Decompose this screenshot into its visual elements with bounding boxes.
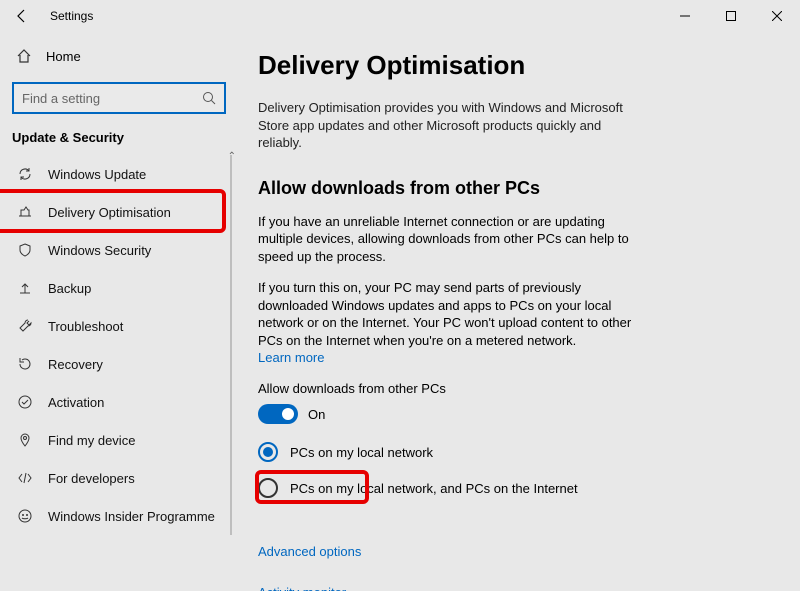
radio-label: PCs on my local network <box>290 445 433 460</box>
section-para-1: If you have an unreliable Internet conne… <box>258 213 638 266</box>
delivery-icon <box>16 204 34 220</box>
toggle-label: Allow downloads from other PCs <box>258 381 766 396</box>
sidebar-item-delivery-optimisation[interactable]: Delivery Optimisation <box>8 193 230 231</box>
sidebar-home-label: Home <box>46 49 81 64</box>
back-button[interactable] <box>10 4 34 28</box>
sidebar-item-windows-security[interactable]: Windows Security <box>8 231 230 269</box>
maximize-button[interactable] <box>708 0 754 32</box>
location-icon <box>16 432 34 448</box>
sidebar-item-label: Activation <box>48 395 104 410</box>
activation-icon <box>16 394 34 410</box>
wrench-icon <box>16 318 34 334</box>
page-intro: Delivery Optimisation provides you with … <box>258 99 648 152</box>
titlebar: Settings <box>0 0 800 32</box>
toggle-state: On <box>308 407 325 422</box>
search-input[interactable] <box>22 91 202 106</box>
sidebar-item-label: Find my device <box>48 433 135 448</box>
sidebar-item-backup[interactable]: Backup <box>8 269 230 307</box>
section-heading: Allow downloads from other PCs <box>258 178 766 199</box>
sidebar-item-label: For developers <box>48 471 135 486</box>
sidebar-category: Update & Security <box>12 130 226 145</box>
learn-more-link[interactable]: Learn more <box>258 350 324 365</box>
insider-icon <box>16 508 34 524</box>
sidebar-item-activation[interactable]: Activation <box>8 383 230 421</box>
sidebar-home[interactable]: Home <box>8 40 230 72</box>
home-icon <box>16 48 32 64</box>
search-box[interactable] <box>12 82 226 114</box>
sidebar-item-find-my-device[interactable]: Find my device <box>8 421 230 459</box>
radio-icon <box>258 478 278 498</box>
sidebar-item-label: Recovery <box>48 357 103 372</box>
nav-list: ⌃ Windows Update Delivery Optimisation W… <box>8 155 230 535</box>
search-icon <box>202 91 216 105</box>
sidebar-item-troubleshoot[interactable]: Troubleshoot <box>8 307 230 345</box>
radio-label: PCs on my local network, and PCs on the … <box>290 481 578 496</box>
sidebar-item-windows-insider[interactable]: Windows Insider Programme <box>8 497 230 535</box>
section-para-2: If you turn this on, your PC may send pa… <box>258 279 638 367</box>
allow-downloads-toggle[interactable] <box>258 404 298 424</box>
content-pane: Delivery Optimisation Delivery Optimisat… <box>238 32 800 591</box>
radio-icon <box>258 442 278 462</box>
backup-icon <box>16 280 34 296</box>
page-title: Delivery Optimisation <box>258 50 766 81</box>
sidebar-item-label: Windows Update <box>48 167 146 182</box>
minimize-button[interactable] <box>662 0 708 32</box>
sidebar-item-label: Windows Security <box>48 243 151 258</box>
developer-icon <box>16 470 34 486</box>
sidebar-item-label: Windows Insider Programme <box>48 509 215 524</box>
sidebar-item-for-developers[interactable]: For developers <box>8 459 230 497</box>
sidebar-item-label: Delivery Optimisation <box>48 205 171 220</box>
shield-icon <box>16 242 34 258</box>
sidebar-item-recovery[interactable]: Recovery <box>8 345 230 383</box>
close-button[interactable] <box>754 0 800 32</box>
radio-local-and-internet[interactable]: PCs on my local network, and PCs on the … <box>258 478 766 498</box>
sidebar-item-windows-update[interactable]: Windows Update <box>8 155 230 193</box>
sidebar-item-label: Backup <box>48 281 91 296</box>
sidebar: Home Update & Security ⌃ Windows Update <box>0 32 238 591</box>
recovery-icon <box>16 356 34 372</box>
sync-icon <box>16 166 34 182</box>
scrollbar[interactable] <box>230 155 232 535</box>
radio-local-network[interactable]: PCs on my local network <box>258 442 766 462</box>
activity-monitor-link[interactable]: Activity monitor <box>258 579 766 591</box>
advanced-options-link[interactable]: Advanced options <box>258 538 369 565</box>
window-title: Settings <box>50 9 93 23</box>
sidebar-item-label: Troubleshoot <box>48 319 123 334</box>
